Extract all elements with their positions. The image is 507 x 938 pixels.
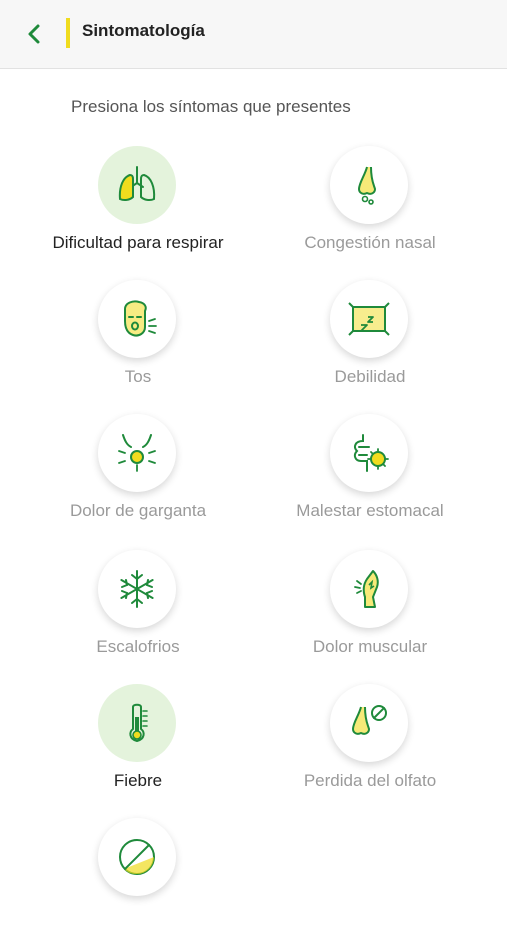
symptom-ninguno[interactable] xyxy=(13,818,263,938)
no-smell-icon xyxy=(352,705,387,735)
symptom-circle xyxy=(330,684,408,762)
symptom-dolor-muscular[interactable]: Dolor muscular xyxy=(245,550,495,670)
symptom-circle xyxy=(98,280,176,358)
symptom-label: Dificultad para respirar xyxy=(52,233,224,252)
sleep-pillow-icon xyxy=(348,302,390,336)
runny-nose-icon xyxy=(358,166,376,205)
symptom-circle xyxy=(98,146,176,224)
thermometer-icon xyxy=(129,703,148,742)
symptom-circle xyxy=(98,414,176,492)
symptom-label: Tos xyxy=(124,367,152,386)
instruction-text: Presiona los síntomas que presentes xyxy=(71,97,351,116)
symptom-circle xyxy=(330,414,408,492)
symptom-dolor-garganta[interactable]: Dolor de garganta xyxy=(13,414,263,534)
symptom-label: Fiebre xyxy=(113,771,163,790)
symptom-label: Malestar estomacal xyxy=(296,501,444,520)
symptom-perdida-olfato[interactable]: Perdida del olfato xyxy=(245,684,495,804)
symptom-congestion-nasal[interactable]: Congestión nasal xyxy=(245,146,495,266)
page-title: Sintomatología xyxy=(82,21,205,40)
symptom-circle xyxy=(330,550,408,628)
symptom-circle xyxy=(98,684,176,762)
symptom-label: Dolor de garganta xyxy=(69,501,207,520)
symptom-label: Congestión nasal xyxy=(304,233,436,252)
symptom-label: Perdida del olfato xyxy=(303,771,437,790)
symptom-circle xyxy=(330,146,408,224)
symptom-label: Debilidad xyxy=(334,367,406,386)
symptom-tos[interactable]: Tos xyxy=(13,280,263,400)
muscle-pain-icon xyxy=(354,570,379,608)
symptom-escalofrios[interactable]: Escalofrios xyxy=(13,550,263,670)
coughing-face-icon xyxy=(124,300,157,337)
sore-throat-icon xyxy=(118,434,156,472)
symptom-label: Dolor muscular xyxy=(312,637,428,656)
symptom-debilidad[interactable]: Debilidad xyxy=(245,280,495,400)
snowflake-icon xyxy=(120,570,154,608)
stomach-virus-icon xyxy=(353,434,389,472)
lungs-icon xyxy=(118,166,156,202)
none-icon xyxy=(119,839,155,875)
chevron-left-icon xyxy=(28,24,40,44)
app-header: Sintomatología xyxy=(0,0,507,69)
symptom-circle xyxy=(98,818,176,896)
symptom-malestar-estomacal[interactable]: Malestar estomacal xyxy=(245,414,495,534)
symptom-label: Escalofrios xyxy=(96,637,180,656)
symptom-circle xyxy=(330,280,408,358)
symptom-dificultad-respirar[interactable]: Dificultad para respirar xyxy=(13,146,263,266)
symptom-fiebre[interactable]: Fiebre xyxy=(13,684,263,804)
back-button[interactable] xyxy=(20,20,48,48)
symptom-circle xyxy=(98,550,176,628)
header-divider xyxy=(66,18,70,48)
